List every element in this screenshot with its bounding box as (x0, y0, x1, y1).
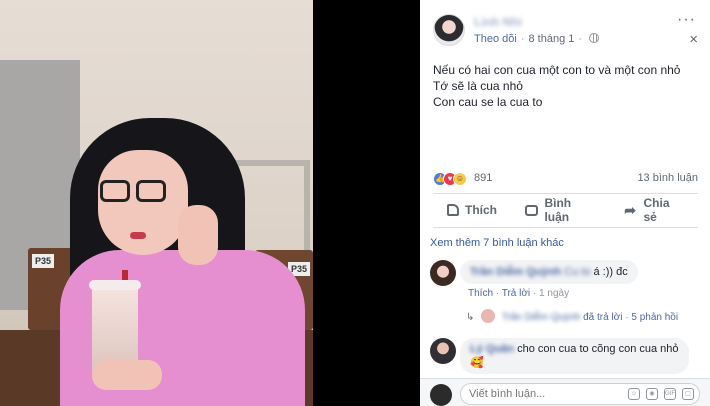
close-icon[interactable]: × (689, 32, 698, 47)
share-label: Chia sẻ (643, 196, 670, 224)
post-side-panel: Linh Nhi Theo dõi · 8 tháng 1 · ··· × Nếu c… (420, 0, 710, 406)
divider (433, 227, 698, 228)
like-button[interactable]: Thích (433, 196, 511, 224)
view-more-comments-link[interactable]: Xem thêm 7 bình luận khác (430, 237, 564, 249)
like-icon (447, 204, 459, 216)
comment-text: cho con cua to cõng con cua nhỏ (517, 343, 679, 355)
photo-hand-lower (92, 360, 162, 390)
comment-icon (525, 204, 539, 216)
follow-link[interactable]: Theo dõi (474, 33, 517, 45)
comment-button[interactable]: Bình luận (511, 196, 610, 224)
replies-summary[interactable]: ↳ Trần Diễm Quỳnh đã trả lời · 5 phản hồ… (466, 309, 678, 323)
reply-arrow-icon: ↳ (466, 312, 475, 323)
divider (433, 193, 698, 194)
photo-lips (130, 232, 146, 239)
photo-hand (178, 205, 218, 265)
more-options-icon[interactable]: ··· (677, 12, 696, 28)
composer-icons: ☺ ◉ GIF ▢ (628, 388, 694, 400)
photo-glasses (100, 180, 170, 204)
comment-composer: ☺ ◉ GIF ▢ (420, 378, 710, 406)
photo-seat-tag-left: P35 (32, 254, 54, 268)
author-avatar[interactable] (433, 14, 465, 46)
post-date[interactable]: 8 tháng 1 (528, 33, 574, 45)
author-name[interactable]: Linh Nhi (474, 15, 522, 29)
post-header: Linh Nhi Theo dõi · 8 tháng 1 · ··· × (420, 0, 710, 52)
emoji-icon[interactable]: ☺ (628, 388, 640, 400)
post-text: Nếu có hai con cua một con to và một con… (433, 62, 680, 110)
comment-like-link[interactable]: Thích (468, 288, 493, 299)
replied-label: đã trả lời (583, 312, 623, 323)
comment-tag[interactable]: Cu to (564, 266, 590, 278)
comment-label: Bình luận (544, 196, 572, 224)
commenter-name[interactable]: Trần Diễm Quỳnh (470, 266, 561, 278)
reply-count: 5 phản hồi (631, 312, 679, 323)
commenter-name[interactable]: Lý Quân (470, 343, 514, 355)
comment-bubble: Trần Diễm Quỳnh Cu to á :)) đc (460, 260, 638, 284)
reply-author: Trần Diễm Quỳnh (501, 312, 581, 323)
post-meta: Theo dõi · 8 tháng 1 · (474, 33, 600, 45)
comment-actions: Thích · Trả lời · 1 ngày (468, 288, 570, 299)
share-icon: ➦ (624, 202, 636, 218)
photo-viewer: P35 P35 Linh Nhi Theo dõi · 8 tháng 1 · ···… (0, 0, 710, 406)
post-text-line: Nếu có hai con cua một con to và một con… (433, 63, 681, 77)
photo-cup-lid (89, 280, 141, 290)
comment-time: 1 ngày (539, 288, 570, 299)
camera-icon[interactable]: ◉ (646, 388, 658, 400)
like-label: Thích (465, 203, 497, 217)
post-text-line: Tớ sẽ là cua nhỏ (433, 79, 523, 93)
commenter-avatar[interactable] (430, 260, 456, 286)
sticker-icon[interactable]: ▢ (682, 388, 694, 400)
comment-count[interactable]: 13 bình luận (637, 172, 698, 184)
haha-reaction-icon: ☺ (453, 172, 467, 186)
post-stats: 👍 ♥ ☺ 891 13 bình luận (433, 170, 698, 188)
reaction-count[interactable]: 891 (474, 172, 492, 184)
post-text-line: Con cau se la cua to (433, 95, 543, 109)
comment-text: á :)) đc (593, 266, 628, 278)
gif-icon[interactable]: GIF (664, 388, 676, 400)
comment-reply-link[interactable]: Trả lời (502, 288, 530, 299)
commenter-avatar[interactable] (430, 338, 456, 364)
post-photo[interactable]: P35 P35 (0, 0, 313, 406)
post-actions: Thích Bình luận ➦ Chia sẻ (433, 196, 698, 224)
comment-bubble: Lý Quân cho con cua to cõng con cua nhỏ … (460, 338, 689, 374)
share-button[interactable]: ➦ Chia sẻ (610, 196, 698, 224)
current-user-avatar (430, 384, 452, 406)
reply-avatar (481, 309, 496, 323)
comment-emoji: 🥰 (470, 357, 484, 369)
globe-icon (589, 33, 600, 43)
